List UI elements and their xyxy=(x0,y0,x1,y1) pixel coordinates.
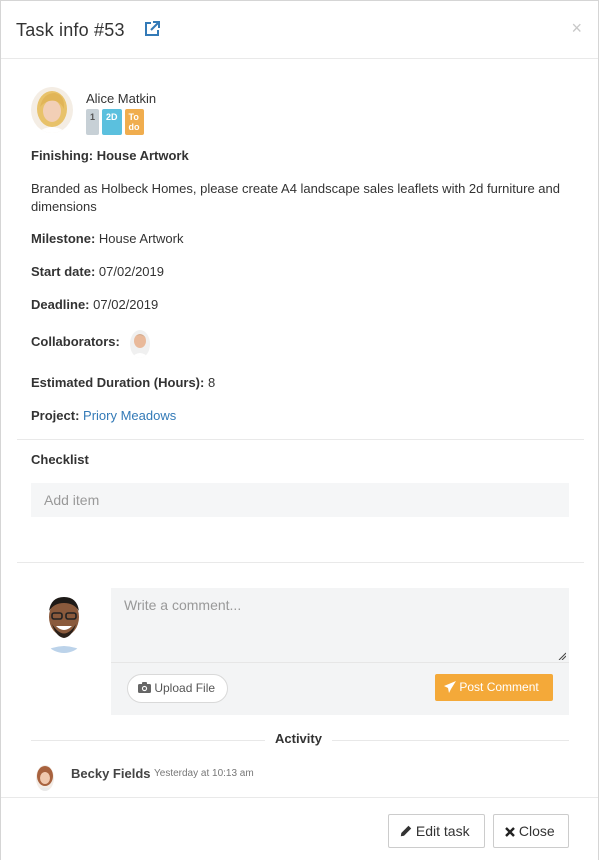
project-label: Project: xyxy=(31,408,80,423)
activity-timestamp: Yesterday at 10:13 am xyxy=(154,768,254,779)
post-comment-label: Post Comment xyxy=(459,680,539,694)
avatar xyxy=(31,87,73,133)
project-link[interactable]: Priory Meadows xyxy=(83,408,176,423)
activity-header: Activity xyxy=(31,729,569,749)
collaborators-label: Collaborators: xyxy=(31,334,120,349)
start-date-label: Start date: xyxy=(31,264,96,279)
paper-plane-icon xyxy=(444,681,456,693)
modal-title: Task info #53 xyxy=(16,20,125,40)
priority-badge: 1 xyxy=(86,109,100,135)
modal-body: Alice Matkin 1 2D To do Finishing: House… xyxy=(1,59,598,797)
deadline-row: Deadline: 07/02/2019 xyxy=(31,296,158,314)
collaborator-avatar[interactable] xyxy=(130,330,150,358)
type-badge: 2D xyxy=(102,109,122,135)
times-icon xyxy=(505,827,515,837)
modal-footer: Edit task Close xyxy=(1,797,598,861)
collaborators-row: Collaborators: xyxy=(31,330,171,359)
comment-input[interactable]: Write a comment... xyxy=(111,588,569,663)
badge-group: 1 2D To do xyxy=(86,109,144,135)
avatar xyxy=(38,591,90,653)
upload-file-label: Upload File xyxy=(154,681,216,695)
close-label: Close xyxy=(518,823,555,839)
start-date-value: 07/02/2019 xyxy=(98,264,164,279)
task-info-modal: Task info #53 × Alice Matkin 1 2D To do xyxy=(0,0,599,861)
close-icon[interactable]: × xyxy=(571,18,582,38)
checklist-title: Checklist xyxy=(31,452,89,467)
close-button[interactable]: Close xyxy=(493,814,569,848)
milestone-label: Milestone: xyxy=(31,231,96,246)
upload-file-button[interactable]: Upload File xyxy=(127,674,228,703)
pencil-icon xyxy=(400,825,412,837)
deadline-value: 07/02/2019 xyxy=(93,297,159,312)
modal-header: Task info #53 × xyxy=(1,1,598,59)
comment-box: Write a comment... Upload File Post Comm… xyxy=(111,588,569,715)
edit-task-button[interactable]: Edit task xyxy=(388,814,485,848)
avatar xyxy=(36,765,54,791)
status-badge: To do xyxy=(124,109,144,135)
resize-handle-icon[interactable] xyxy=(558,652,566,660)
milestone-value: House Artwork xyxy=(98,231,184,246)
project-row: Project: Priory Meadows xyxy=(31,407,176,425)
start-date-row: Start date: 07/02/2019 xyxy=(31,263,164,281)
task-description: Branded as Holbeck Homes, please create … xyxy=(31,181,560,214)
activity-user-name[interactable]: Becky Fields xyxy=(71,766,151,781)
camera-icon xyxy=(138,682,151,693)
duration-label: Estimated Duration (Hours): xyxy=(31,375,205,390)
deadline-label: Deadline: xyxy=(31,297,90,312)
assignee-name: Alice Matkin xyxy=(86,91,157,106)
duration-value: 8 xyxy=(207,375,216,390)
divider xyxy=(17,562,584,563)
external-link-icon[interactable] xyxy=(143,20,161,38)
divider xyxy=(17,439,584,440)
milestone-row: Milestone: House Artwork xyxy=(31,230,183,248)
post-comment-button[interactable]: Post Comment xyxy=(435,674,553,701)
task-heading: Finishing: House Artwork xyxy=(31,148,189,163)
edit-task-label: Edit task xyxy=(415,823,470,839)
activity-title: Activity xyxy=(265,731,332,746)
duration-row: Estimated Duration (Hours): 8 xyxy=(31,374,215,392)
add-checklist-item-input[interactable]: Add item xyxy=(31,483,569,517)
